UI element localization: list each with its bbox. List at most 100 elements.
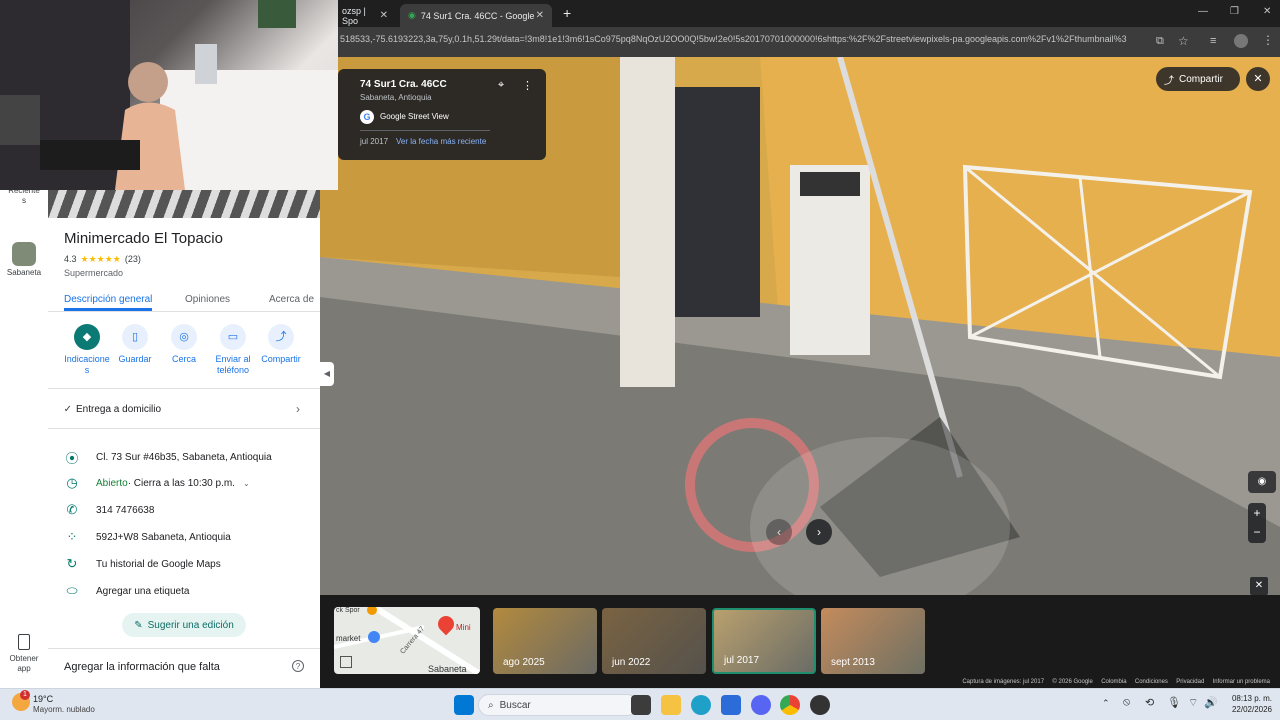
pin-icon[interactable]: ⌖ (498, 79, 504, 92)
search-icon: ⌕ (488, 699, 494, 711)
fullscreen-icon[interactable] (340, 656, 352, 668)
volume-icon[interactable]: 🔊 (1204, 696, 1218, 709)
sync-icon[interactable]: ⟲ (1145, 696, 1154, 709)
microphone-icon[interactable]: 🎙 (1167, 696, 1181, 709)
tab-close-icon[interactable]: ✕ (380, 10, 388, 21)
previous-arrow-icon[interactable]: ‹ (766, 519, 792, 545)
zoom-in-icon[interactable]: + (1248, 503, 1266, 523)
rating-value: 4.3 (64, 254, 77, 264)
get-app-button[interactable]: Obtener app (2, 654, 46, 674)
chevron-right-icon: › (296, 402, 300, 416)
directions-button[interactable]: ◆ Indicacione s (62, 324, 112, 376)
share-button[interactable]: ⤴ Compartir (1156, 67, 1240, 91)
chevron-down-icon[interactable]: ⌄ (243, 479, 250, 488)
close-window-icon[interactable]: ✕ (1263, 6, 1271, 17)
windows-start-icon[interactable] (454, 695, 474, 715)
map-label: Mini (456, 623, 471, 632)
place-photo[interactable] (48, 190, 320, 218)
phone-row[interactable]: ✆ 314 7476638 (48, 502, 320, 518)
history-text: Tu historial de Google Maps (96, 558, 221, 570)
history-thumb[interactable]: ago 2025 (493, 608, 597, 674)
zoom-out-icon[interactable]: − (1248, 523, 1266, 543)
tab-previous[interactable]: ozsp | Spo ✕ (334, 4, 396, 27)
browser-menu-icon[interactable]: ⋮ (1262, 33, 1274, 47)
address-bar[interactable]: 518533,-75.6193223,3a,75y,0.1h,51.29t/da… (320, 27, 1280, 57)
phone-icon[interactable] (18, 634, 30, 650)
delivery-row[interactable]: ✓ Entrega a domicilio › (48, 402, 320, 416)
latest-date-link[interactable]: Ver la fecha más reciente (396, 137, 486, 146)
profile-avatar[interactable] (1234, 34, 1248, 48)
maximize-icon[interactable]: ❐ (1230, 6, 1239, 17)
new-tab-icon[interactable]: + (563, 5, 571, 21)
history-thumb[interactable]: jun 2022 (602, 608, 706, 674)
location-subtitle: Sabaneta, Antioquia (360, 93, 432, 102)
hours-status: Abierto (96, 477, 128, 489)
history-thumb[interactable]: sept 2013 (821, 608, 925, 674)
recents-label-tail: s (22, 196, 26, 205)
collapse-panel-button[interactable]: ◀ (320, 362, 334, 386)
search-placeholder: Buscar (499, 699, 531, 711)
bookmark-star-icon[interactable]: ☆ (1178, 34, 1189, 48)
weather-temp[interactable]: 19°C (33, 694, 53, 704)
weather-desc[interactable]: Mayorm. nublado (33, 705, 95, 714)
share-place-button[interactable]: ⤴ Compartir (256, 324, 306, 365)
review-count[interactable]: (23) (125, 254, 141, 265)
action-label: Indicacione (64, 354, 110, 364)
next-arrow-icon[interactable]: › (806, 519, 832, 545)
clock[interactable]: 08:13 p. m. 22/02/2026 (1224, 693, 1272, 715)
tab-active[interactable]: ◉ 74 Sur1 Cra. 46CC - Google Ma ✕ (400, 4, 552, 27)
history-thumb-selected[interactable]: jul 2017 (712, 608, 816, 674)
close-streetview-icon[interactable]: ✕ (1246, 67, 1270, 91)
extensions-icon[interactable]: ≡ (1210, 35, 1216, 47)
store-icon[interactable] (721, 695, 741, 715)
url-text[interactable]: 518533,-75.6193223,3a,75y,0.1h,51.29t/da… (340, 34, 1140, 44)
footer-privacy-link[interactable]: Privacidad (1176, 679, 1204, 685)
task-view-icon[interactable] (631, 695, 651, 715)
place-category[interactable]: Supermercado (64, 268, 123, 278)
close-filmstrip-icon[interactable]: ✕ (1250, 577, 1268, 595)
network-off-icon[interactable]: ⦸ (1123, 696, 1130, 709)
edge-icon[interactable] (691, 695, 711, 715)
app-icon[interactable] (810, 695, 830, 715)
footer-capture: Captura de imágenes: jul 2017 (962, 679, 1045, 685)
send-to-phone-button[interactable]: ▭ Enviar al teléfono (208, 324, 258, 376)
sabaneta-thumbnail[interactable] (12, 242, 36, 266)
tab-overview[interactable]: Descripción general (64, 294, 152, 305)
more-options-icon[interactable]: ⋮ (522, 79, 533, 92)
address-row[interactable]: ⦿ Cl. 73 Sur #46b35, Sabaneta, Antioquia (48, 448, 320, 467)
street-view-panorama[interactable]: 74 Sur1 Cra. 46CC Sabaneta, Antioquia ⌖ … (320, 57, 1280, 595)
footer-report-link[interactable]: Informar un problema (1213, 679, 1270, 685)
action-label: Cerca (171, 354, 196, 364)
footer-terms-link[interactable]: Condiciones (1135, 679, 1168, 685)
tab-close-icon[interactable]: ✕ (536, 10, 544, 21)
help-icon[interactable]: ? (292, 660, 304, 672)
chrome-icon[interactable] (780, 695, 800, 715)
thumb-date: sept 2013 (831, 657, 875, 668)
tray-chevron-up-icon[interactable]: ⌃ (1102, 698, 1110, 709)
add-label-row[interactable]: ⬭ Agregar una etiqueta (48, 583, 320, 599)
location-icon: ⦿ (65, 451, 79, 466)
tab-active-label: 74 Sur1 Cra. 46CC - Google Ma (420, 10, 536, 21)
map-label: ck Spor (336, 607, 360, 614)
clock-date: 22/02/2026 (1231, 705, 1272, 714)
compass-icon[interactable]: ◉ (1248, 471, 1276, 493)
footer-country[interactable]: Colombia (1101, 679, 1126, 685)
bookmark-icon: ▯ (122, 324, 148, 350)
wifi-icon[interactable]: ⌔ (1188, 696, 1198, 710)
taskbar-search[interactable]: ⌕ Buscar (478, 694, 638, 716)
file-explorer-icon[interactable] (661, 695, 681, 715)
mini-map[interactable]: ck Spor market Carrera 47 Sabaneta Mini (334, 607, 480, 674)
suggest-edit-button[interactable]: ✎ Sugerir una edición (122, 613, 246, 637)
save-button[interactable]: ▯ Guardar (110, 324, 160, 365)
get-app-label: Obtener (9, 654, 39, 663)
history-row[interactable]: ↻ Tu historial de Google Maps (48, 556, 320, 572)
plus-code-text: 592J+W8 Sabaneta, Antioquia (96, 531, 231, 543)
minimize-icon[interactable]: — (1198, 6, 1208, 17)
tab-reviews[interactable]: Opiniones (185, 294, 230, 305)
nearby-button[interactable]: ◎ Cerca (159, 324, 209, 365)
install-app-icon[interactable]: ⧉ (1156, 35, 1164, 48)
discord-icon[interactable] (751, 695, 771, 715)
plus-code-row[interactable]: ⁘ 592J+W8 Sabaneta, Antioquia (48, 529, 320, 545)
hours-row[interactable]: ◷ Abierto · Cierra a las 10:30 p.m. ⌄ (48, 475, 320, 491)
tab-about[interactable]: Acerca de (269, 294, 315, 305)
